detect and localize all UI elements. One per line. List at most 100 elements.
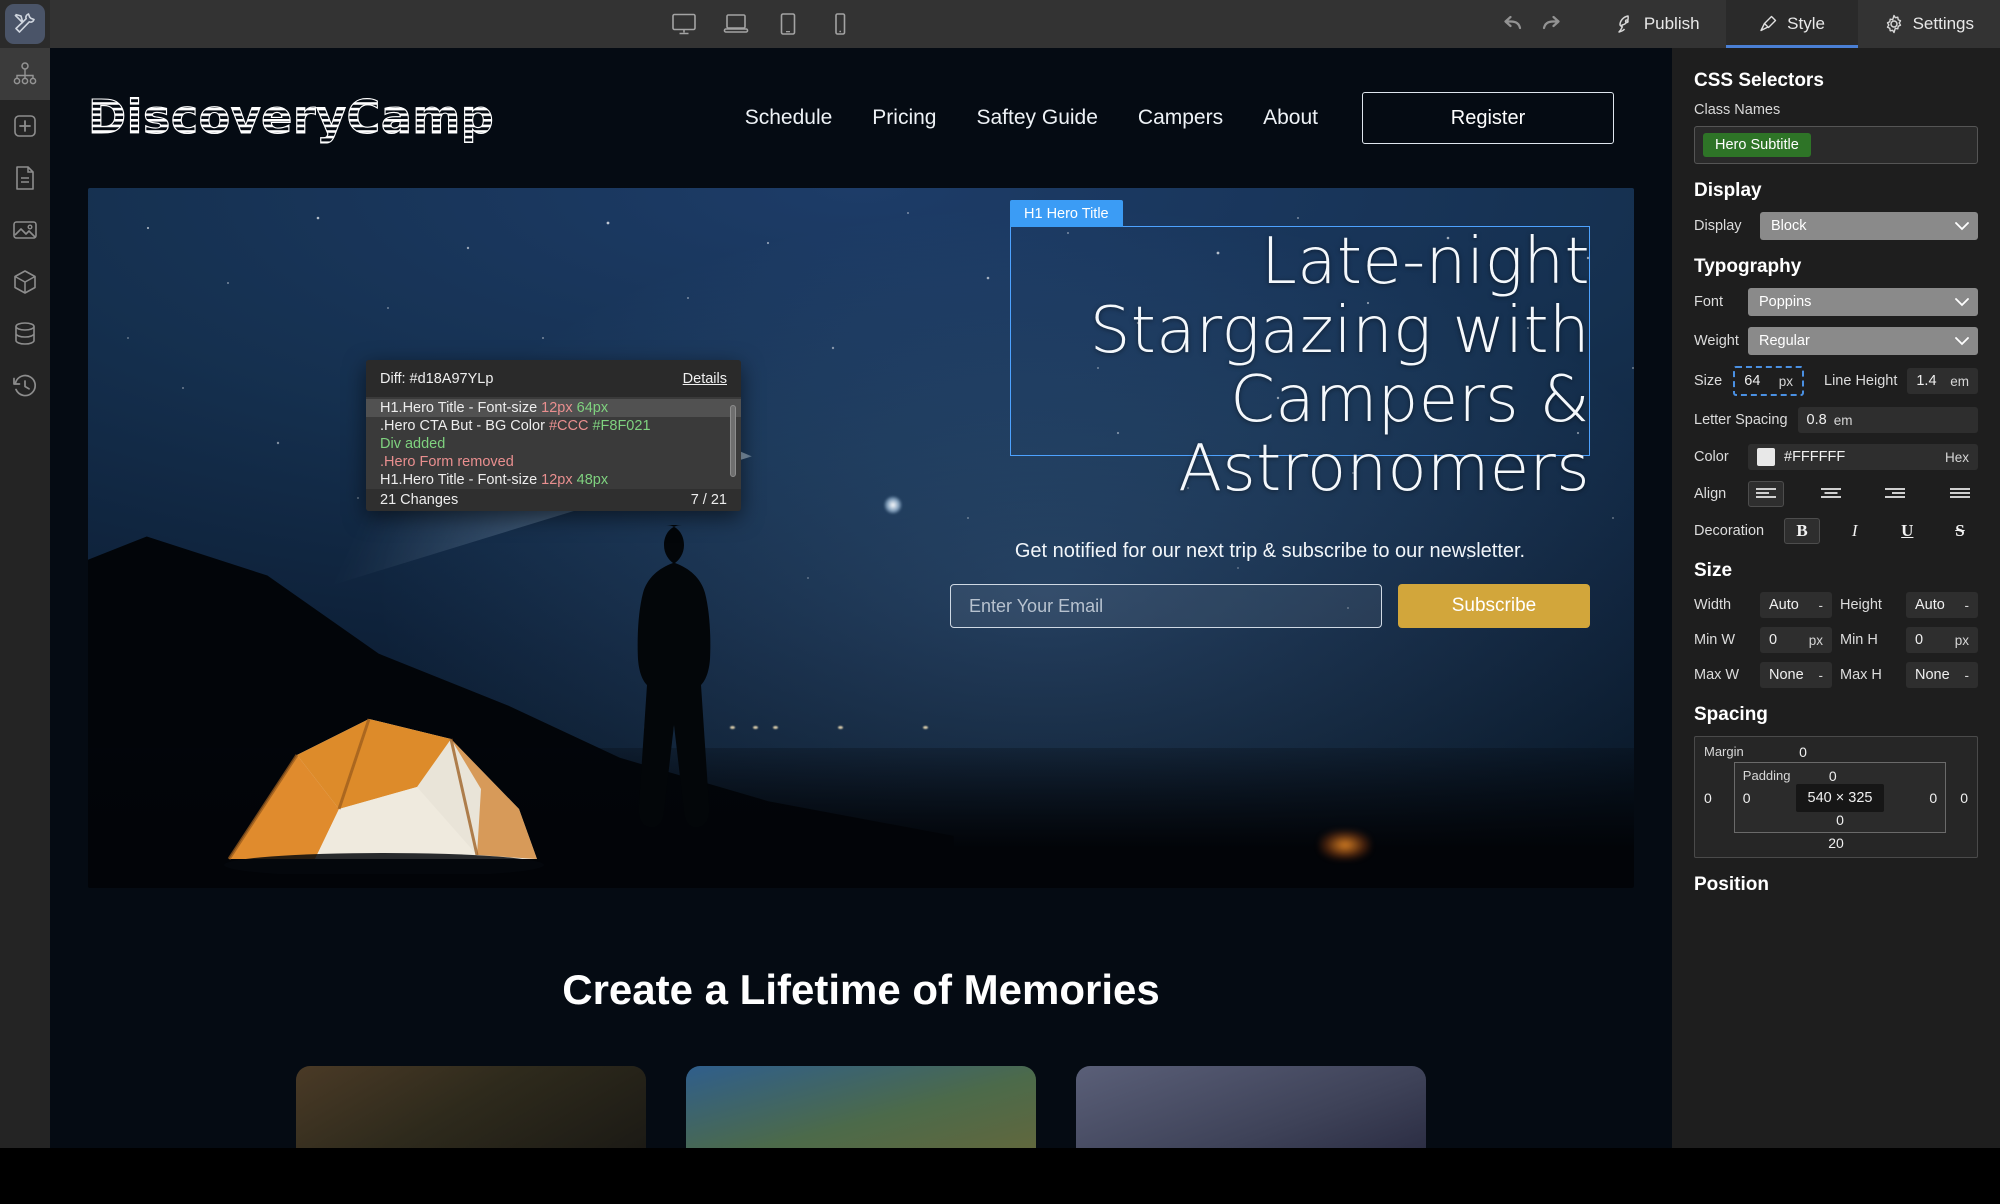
padding-right-value[interactable]: 0: [1929, 790, 1937, 806]
class-chip-hero-subtitle[interactable]: Hero Subtitle: [1703, 133, 1811, 157]
hero-title-badge: H1 Hero Title: [1010, 200, 1123, 227]
padding-bottom-value[interactable]: 0: [1743, 812, 1937, 828]
top-toolbar: Publish Style Settings: [0, 0, 2000, 48]
width-label: Width: [1694, 597, 1732, 613]
hero-title[interactable]: Late-night Stargazing with Campers & Ast…: [1010, 227, 1590, 504]
italic-button[interactable]: I: [1837, 518, 1873, 544]
diff-new-value: 48px: [576, 472, 609, 488]
weight-label: Weight: [1694, 333, 1739, 349]
undo-icon[interactable]: [1501, 13, 1523, 35]
margin-top-value[interactable]: 0: [1799, 744, 1807, 760]
font-size-input[interactable]: 64 px: [1733, 366, 1804, 396]
max-width-input[interactable]: None -: [1760, 662, 1832, 688]
rail-item-pages[interactable]: [0, 152, 50, 204]
align-right-icon[interactable]: [1877, 481, 1913, 507]
max-height-value: None: [1915, 667, 1950, 683]
memory-card[interactable]: [296, 1066, 646, 1148]
color-mode[interactable]: Hex: [1945, 450, 1969, 465]
email-input[interactable]: [950, 584, 1382, 628]
rail-item-add[interactable]: [0, 100, 50, 152]
diff-change-count: 21 Changes: [380, 492, 459, 508]
memory-card[interactable]: [686, 1066, 1036, 1148]
tablet-view-icon[interactable]: [775, 11, 801, 37]
diff-row[interactable]: H1.Hero Title - Font-size 12px 64px: [366, 399, 741, 417]
padding-top-value[interactable]: 0: [1829, 768, 1837, 784]
min-width-input[interactable]: 0 px: [1760, 627, 1832, 653]
nav-link-schedule[interactable]: Schedule: [745, 106, 833, 130]
rail-item-sitemap[interactable]: [0, 48, 50, 100]
color-input[interactable]: #FFFFFF Hex: [1748, 444, 1978, 470]
bold-button[interactable]: B: [1784, 518, 1820, 544]
margin-right-value[interactable]: 0: [1960, 790, 1968, 806]
nav-link-about[interactable]: About: [1263, 106, 1318, 130]
memory-card[interactable]: [1076, 1066, 1426, 1148]
tab-settings[interactable]: Settings: [1858, 0, 2000, 48]
rail-item-tools[interactable]: [5, 4, 45, 44]
nav-link-pricing[interactable]: Pricing: [872, 106, 936, 130]
width-value: Auto: [1769, 597, 1799, 613]
height-input[interactable]: Auto -: [1906, 592, 1978, 618]
rail-item-components[interactable]: [0, 256, 50, 308]
letter-spacing-input[interactable]: 0.8 em: [1797, 407, 1978, 433]
class-names-box[interactable]: Hero Subtitle: [1694, 126, 1978, 164]
height-unit: -: [1964, 597, 1970, 613]
padding-left-value[interactable]: 0: [1743, 790, 1751, 806]
register-button[interactable]: Register: [1362, 92, 1614, 144]
rail-item-media[interactable]: [0, 204, 50, 256]
diff-header: Diff: #d18A97YLp Details: [366, 360, 741, 397]
align-justify-icon[interactable]: [1942, 481, 1978, 507]
display-select[interactable]: Block: [1760, 212, 1978, 240]
hero-section[interactable]: H1 Hero Title Late-night Stargazing with…: [88, 188, 1634, 888]
person-silhouette: [637, 525, 711, 828]
publish-button[interactable]: Publish: [1589, 0, 1726, 48]
design-canvas[interactable]: DiscoveryCamp Schedule Pricing Saftey Gu…: [50, 48, 1672, 1148]
letter-spacing-row: Letter Spacing 0.8 em: [1694, 407, 1978, 433]
publish-label: Publish: [1643, 14, 1700, 33]
line-height-input[interactable]: 1.4 em: [1907, 368, 1978, 394]
font-label: Font: [1694, 294, 1724, 310]
mobile-view-icon[interactable]: [827, 11, 853, 37]
align-center-icon[interactable]: [1813, 481, 1849, 507]
subscribe-button[interactable]: Subscribe: [1398, 584, 1590, 628]
padding-box[interactable]: Padding 0 0 540 × 325 0 0: [1733, 762, 1947, 833]
align-left-icon[interactable]: [1748, 481, 1784, 507]
diff-panel[interactable]: Diff: #d18A97YLp Details H1.Hero Title -…: [366, 360, 741, 511]
rail-item-history[interactable]: [0, 360, 50, 412]
laptop-view-icon[interactable]: [723, 11, 749, 37]
min-height-label: Min H: [1840, 632, 1878, 648]
min-height-input[interactable]: 0 px: [1906, 627, 1978, 653]
diff-row[interactable]: Div added: [366, 435, 741, 453]
box-model-editor[interactable]: Margin 0 0 Padding 0 0 540 × 325 0 0 0 2…: [1694, 736, 1978, 858]
diff-row[interactable]: H1.Hero Title - Font-size 12px 48px: [366, 471, 741, 489]
font-select[interactable]: Poppins: [1748, 288, 1978, 316]
tab-style-label: Style: [1787, 14, 1825, 33]
padding-label: Padding: [1742, 768, 1791, 783]
desktop-view-icon[interactable]: [671, 11, 697, 37]
nav-link-saftey-guide[interactable]: Saftey Guide: [977, 106, 1098, 130]
database-icon: [11, 320, 39, 348]
site-nav-links: Schedule Pricing Saftey Guide Campers Ab…: [558, 106, 1362, 130]
display-heading: Display: [1694, 180, 1762, 201]
diff-scrollbar[interactable]: [730, 405, 736, 477]
diff-row[interactable]: .Hero CTA But - BG Color #CCC #F8F021: [366, 417, 741, 435]
diff-old-value: #CCC: [548, 418, 589, 434]
gear-icon: [1884, 14, 1904, 34]
diff-list[interactable]: H1.Hero Title - Font-size 12px 64px .Her…: [366, 397, 741, 489]
rail-item-data[interactable]: [0, 308, 50, 360]
redo-icon[interactable]: [1541, 13, 1563, 35]
margin-left-value[interactable]: 0: [1704, 790, 1712, 806]
max-height-input[interactable]: None -: [1906, 662, 1978, 688]
diff-details-link[interactable]: Details: [683, 371, 727, 387]
nav-link-campers[interactable]: Campers: [1138, 106, 1223, 130]
weight-select[interactable]: Regular: [1748, 327, 1978, 355]
diff-row-label: H1.Hero Title - Font-size: [380, 472, 538, 488]
site-logo[interactable]: DiscoveryCamp: [88, 91, 558, 145]
diff-row[interactable]: .Hero Form removed: [366, 453, 741, 471]
width-input[interactable]: Auto -: [1760, 592, 1832, 618]
strikethrough-button[interactable]: S: [1942, 518, 1978, 544]
color-swatch[interactable]: [1757, 448, 1775, 466]
tab-style[interactable]: Style: [1725, 0, 1858, 48]
letter-spacing-label: Letter Spacing: [1694, 412, 1788, 428]
underline-button[interactable]: U: [1889, 518, 1925, 544]
margin-bottom-value[interactable]: 20: [1704, 835, 1968, 851]
